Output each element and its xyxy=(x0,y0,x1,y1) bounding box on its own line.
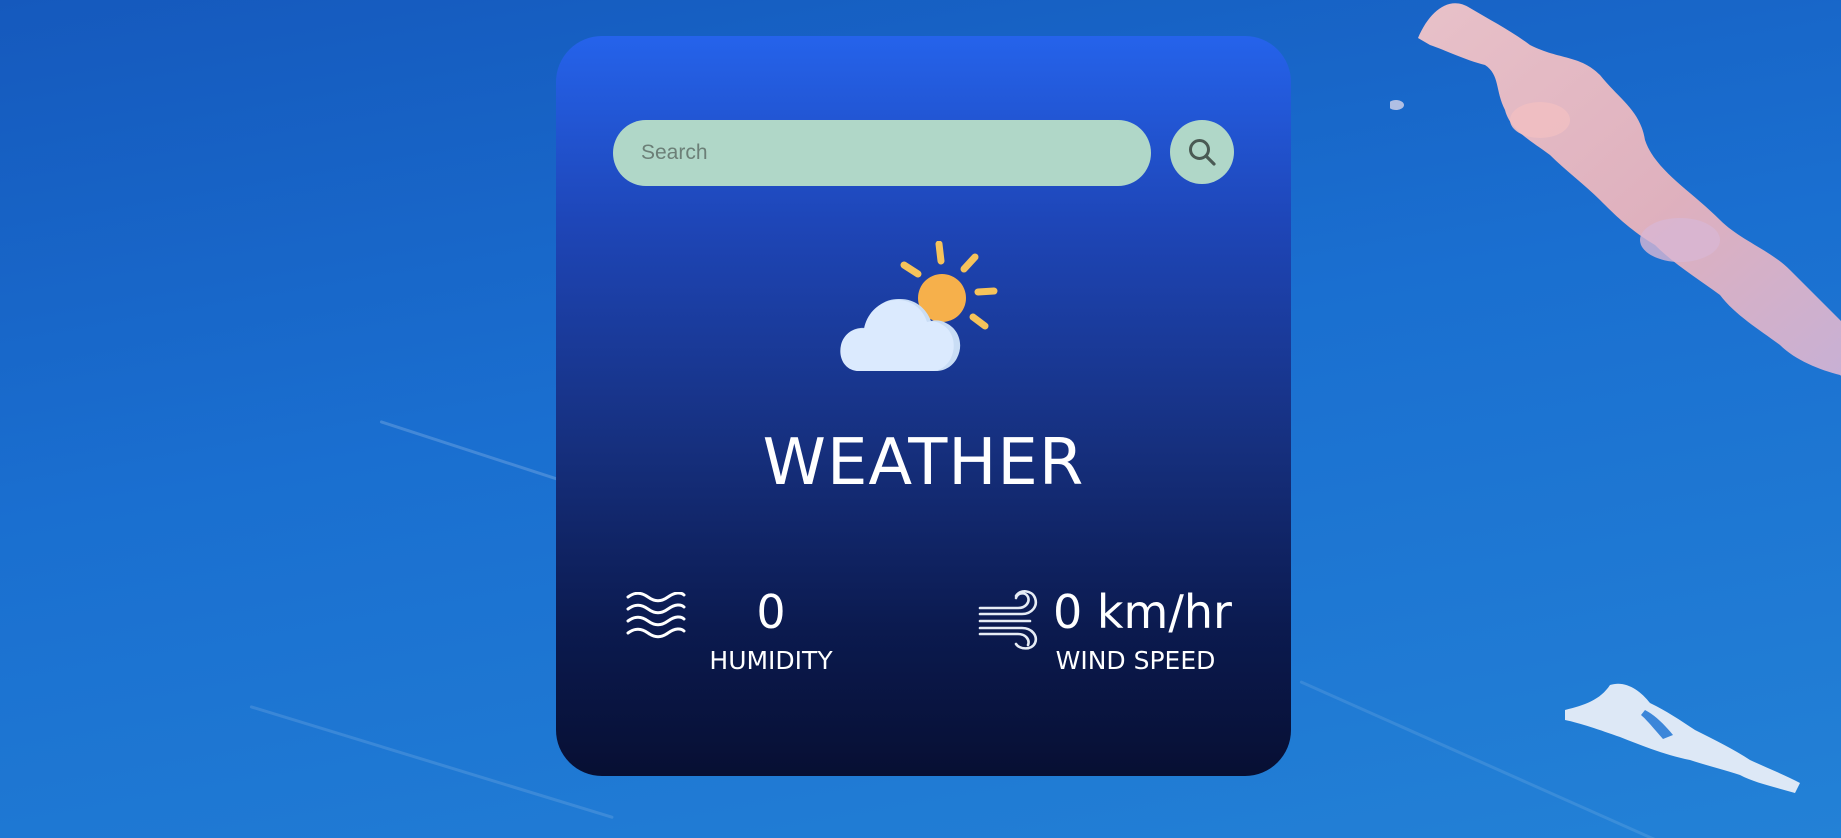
search-icon xyxy=(1189,139,1216,166)
humidity-value: 0 xyxy=(756,585,786,639)
wind-icon xyxy=(978,590,1038,650)
wind-speed-value: 0 km/hr xyxy=(1053,585,1232,639)
weather-title: WEATHER xyxy=(762,426,1085,500)
humidity-label: HUMIDITY xyxy=(709,646,833,675)
humidity-stat: 0 HUMIDITY xyxy=(626,584,856,684)
wind-stat: 0 km/hr WIND SPEED xyxy=(978,584,1238,684)
weather-card: WEATHER 0 HUMIDITY 0 km/hr WIND SPEED xyxy=(556,36,1291,776)
search-button[interactable] xyxy=(1170,120,1234,184)
wind-speed-label: WIND SPEED xyxy=(1055,646,1216,675)
search-bar xyxy=(613,120,1234,186)
search-input[interactable] xyxy=(613,120,1151,186)
humidity-waves-icon xyxy=(626,592,686,639)
small-cloud xyxy=(1565,683,1800,793)
partly-cloudy-icon xyxy=(840,241,998,371)
pink-cloud xyxy=(1390,3,1841,376)
